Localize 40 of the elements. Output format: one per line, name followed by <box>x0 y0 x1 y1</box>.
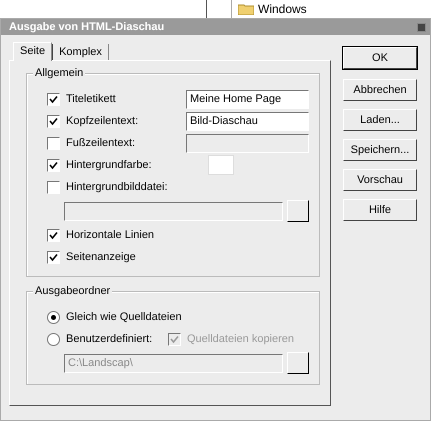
folder-icon <box>238 3 254 15</box>
text-field[interactable]: Meine Home Page <box>186 90 309 108</box>
checkbox-label: Fußzeilentext: <box>66 137 136 149</box>
checkbox[interactable] <box>47 92 60 106</box>
group-title: Allgemein <box>33 67 86 79</box>
checkbox[interactable] <box>47 158 60 172</box>
window-title: Ausgabe von HTML-Diaschau <box>9 21 164 33</box>
radio-button[interactable] <box>47 332 60 346</box>
dialog-button[interactable]: OK <box>343 47 417 69</box>
text-field[interactable]: Bild-Diaschau <box>186 112 309 130</box>
checkbox[interactable] <box>47 136 60 150</box>
checkbox[interactable] <box>47 180 60 194</box>
browse-button[interactable] <box>287 200 309 222</box>
file-field[interactable] <box>64 202 283 220</box>
tab[interactable]: Seite <box>13 42 52 61</box>
browse-button[interactable] <box>287 352 309 374</box>
checkbox-label: Titeletikett <box>66 93 117 105</box>
checkbox-label: Seitenanzeige <box>66 251 136 263</box>
close-icon[interactable] <box>417 22 426 32</box>
group-title: Ausgabeordner <box>33 285 112 297</box>
radio-label: Benutzerdefiniert: <box>66 333 154 345</box>
checkbox-label: Horizontale Linien <box>66 229 154 241</box>
checkbox[interactable] <box>47 250 60 264</box>
dialog-button[interactable]: Abbrechen <box>343 79 417 101</box>
checkbox-label: Hintergrundfarbe: <box>66 159 153 171</box>
checkbox-label: Quelldateien kopieren <box>187 333 294 345</box>
tree-item[interactable]: Windows <box>258 2 307 16</box>
dialog-button[interactable]: Speichern... <box>343 139 417 161</box>
checkbox[interactable] <box>47 114 60 128</box>
checkbox-label: Hintergrundbilddatei: <box>66 181 169 193</box>
text-field[interactable] <box>186 134 309 152</box>
radio-label: Gleich wie Quelldateien <box>66 311 182 323</box>
dialog-button[interactable]: Vorschau <box>343 169 417 191</box>
dialog-button[interactable]: Laden... <box>343 109 417 131</box>
radio-button[interactable] <box>47 310 60 324</box>
color-swatch[interactable] <box>208 155 234 175</box>
dialog-button[interactable]: Hilfe <box>343 199 417 221</box>
tab[interactable]: Komplex <box>52 44 109 60</box>
checkbox[interactable] <box>47 228 60 242</box>
checkbox-label: Kopfzeilentext: <box>66 115 140 127</box>
